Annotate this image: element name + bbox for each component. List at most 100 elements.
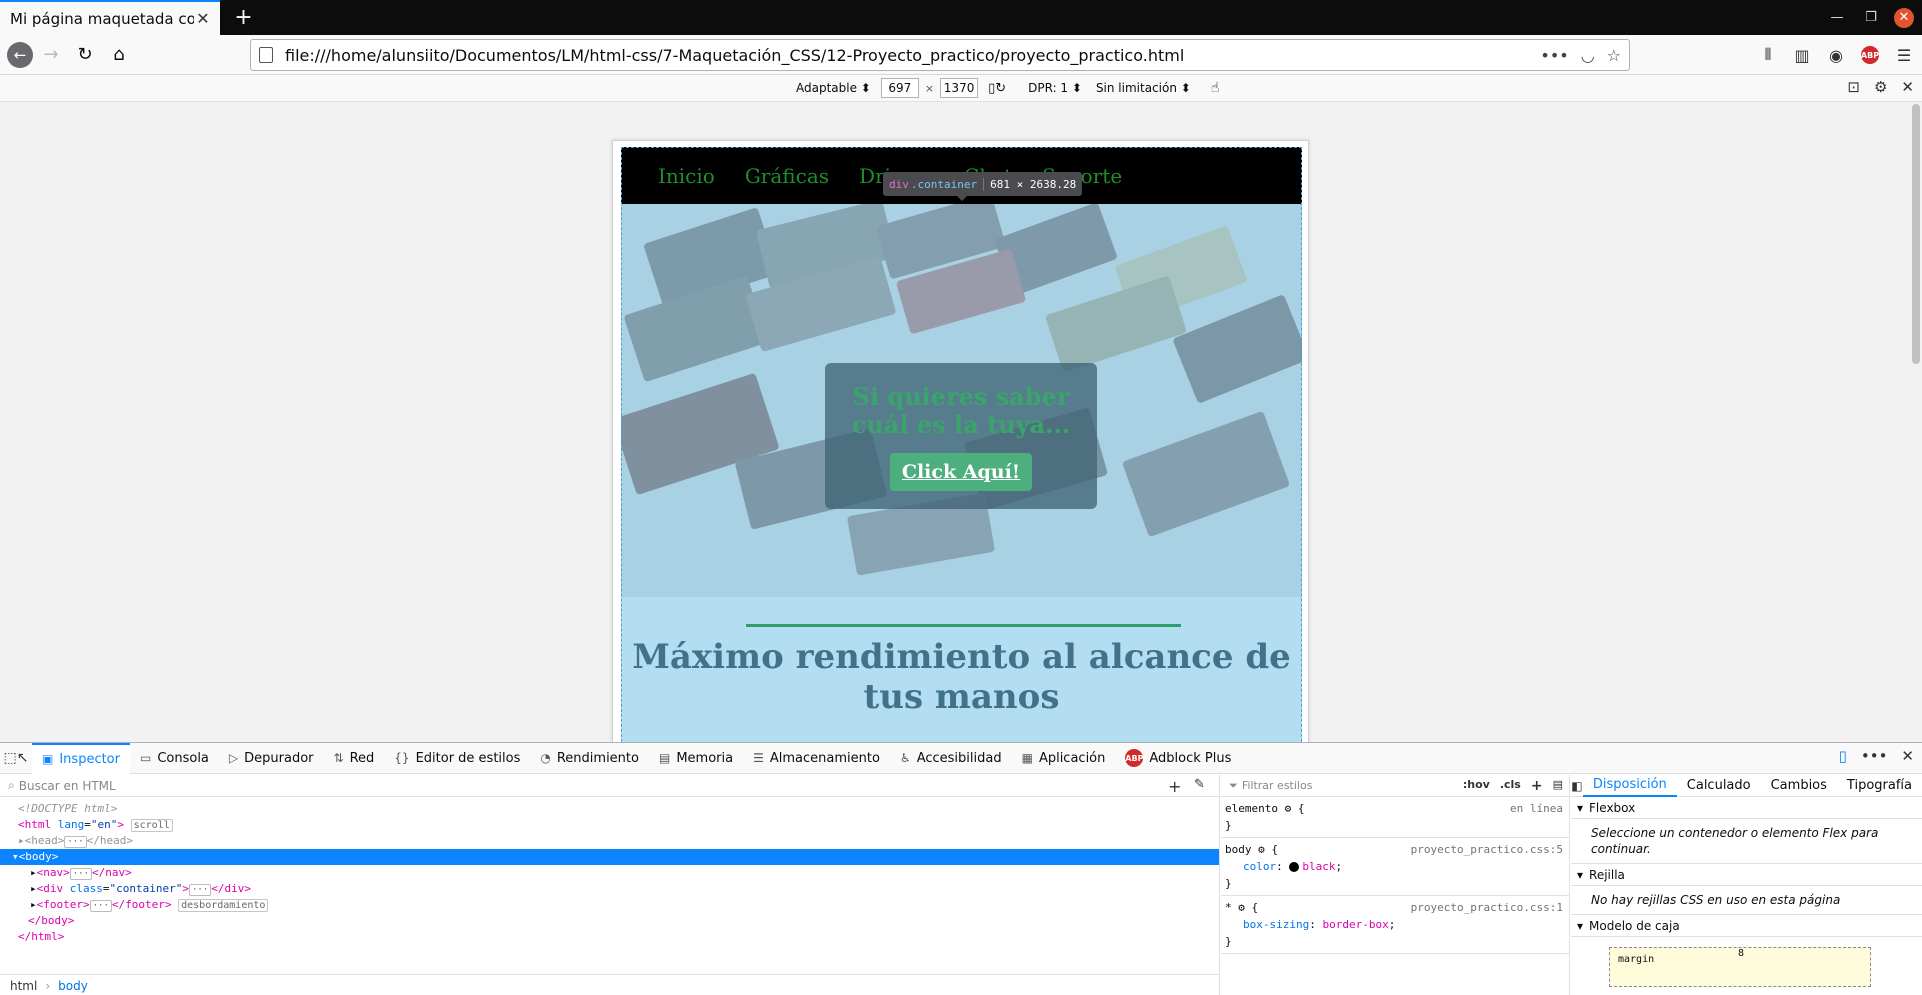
rule-body[interactable]: body ⚙ { proyecto_practico.css:5 color: … bbox=[1221, 838, 1569, 896]
margin-top-value[interactable]: 8 bbox=[1738, 948, 1744, 959]
rule-universal[interactable]: * ⚙ { proyecto_practico.css:1 box-sizing… bbox=[1221, 896, 1569, 954]
tree-node-doctype[interactable]: <!DOCTYPE html> bbox=[0, 801, 1219, 817]
new-tab-icon[interactable]: + bbox=[226, 0, 261, 35]
gear-icon[interactable]: ⚙ bbox=[1258, 843, 1265, 856]
tree-node-body-close[interactable]: </body> bbox=[0, 913, 1219, 929]
scroll-badge[interactable]: scroll bbox=[130, 819, 173, 832]
rule-property[interactable]: box-sizing: border-box; bbox=[1225, 916, 1565, 933]
close-icon[interactable]: ✕ bbox=[1901, 78, 1914, 96]
viewport-scrollbar[interactable] bbox=[1912, 104, 1920, 364]
rule-property[interactable]: color: black; bbox=[1225, 858, 1565, 875]
cta-button[interactable]: Click Aquí! bbox=[889, 453, 1033, 491]
menu-icon[interactable]: ☰ bbox=[1892, 39, 1916, 71]
tab-performance[interactable]: ◔ Rendimiento bbox=[530, 743, 649, 774]
tree-node-div-container[interactable]: ▸<div class="container"> ··· </div> bbox=[0, 881, 1219, 897]
add-rule-icon[interactable]: + bbox=[1531, 778, 1543, 794]
dock-icon[interactable]: ▯ bbox=[1839, 747, 1847, 765]
minimize-icon[interactable]: — bbox=[1820, 0, 1854, 35]
url-bar[interactable]: file:///home/alunsiito/Documentos/LM/htm… bbox=[250, 39, 1630, 71]
property-value[interactable]: black bbox=[1302, 860, 1335, 873]
touch-icon[interactable]: ☝ bbox=[1211, 80, 1220, 96]
tab-changes[interactable]: Cambios bbox=[1761, 775, 1837, 797]
rule-source[interactable]: proyecto_practico.css:1 bbox=[1411, 899, 1563, 916]
html-search[interactable]: ⌕ Buscar en HTML + ✎ bbox=[0, 775, 1219, 797]
hov-toggle[interactable]: :hov bbox=[1463, 778, 1490, 794]
collapsed-dots[interactable]: ··· bbox=[188, 884, 212, 896]
add-node-icon[interactable]: + bbox=[1168, 777, 1181, 796]
print-icon[interactable]: ▤ bbox=[1553, 778, 1563, 794]
sidebar-icon[interactable]: ▥ bbox=[1790, 39, 1814, 71]
options-icon[interactable]: ••• bbox=[1861, 747, 1888, 765]
tree-node-html[interactable]: <html lang="en"> scroll bbox=[0, 817, 1219, 833]
window-close-icon[interactable]: ✕ bbox=[1894, 7, 1914, 28]
site-nav-link[interactable]: Gráficas bbox=[745, 164, 829, 188]
rotate-icon[interactable]: ▯↻ bbox=[988, 81, 1006, 96]
collapsed-dots[interactable]: ··· bbox=[69, 868, 93, 880]
flexbox-header[interactable]: ▾ Flexbox bbox=[1571, 797, 1922, 819]
star-icon[interactable]: ☆ bbox=[1607, 46, 1621, 65]
site-nav-link[interactable]: Inicio bbox=[658, 164, 715, 188]
breadcrumb-item[interactable]: html bbox=[10, 979, 37, 993]
tab-application[interactable]: ▦ Aplicación bbox=[1012, 743, 1116, 774]
adblock-icon[interactable]: ABP bbox=[1858, 39, 1882, 71]
tree-node-nav[interactable]: ▸<nav> ··· </nav> bbox=[0, 865, 1219, 881]
tab-fonts[interactable]: Tipografía bbox=[1837, 775, 1922, 797]
screenshot-icon[interactable]: ⊡ bbox=[1847, 78, 1860, 96]
rule-source[interactable]: en línea bbox=[1510, 800, 1563, 817]
devtools-close-icon[interactable]: ✕ bbox=[1901, 747, 1914, 765]
tab-style-editor[interactable]: {} Editor de estilos bbox=[384, 743, 530, 774]
account-icon[interactable]: ◉ bbox=[1824, 39, 1848, 71]
tree-node-html-close[interactable]: </html> bbox=[0, 929, 1219, 945]
more-icon[interactable]: ••• bbox=[1540, 46, 1568, 65]
overflow-badge[interactable]: desbordamiento bbox=[178, 899, 269, 912]
forward-icon[interactable]: → bbox=[35, 39, 67, 71]
rule-element[interactable]: elemento ⚙ { en línea } bbox=[1221, 797, 1569, 838]
rules-filter-input[interactable]: Filtrar estilos bbox=[1242, 779, 1313, 792]
tab-memory[interactable]: ▤ Memoria bbox=[649, 743, 743, 774]
grid-header[interactable]: ▾ Rejilla bbox=[1571, 864, 1922, 886]
tab-computed[interactable]: Calculado bbox=[1677, 775, 1761, 797]
toggle-pane-icon[interactable]: ◧ bbox=[1571, 779, 1583, 793]
browser-tab[interactable]: Mi página maquetada con CSS ✕ bbox=[0, 0, 220, 35]
gear-icon[interactable]: ⚙ bbox=[1238, 901, 1245, 914]
tab-network[interactable]: ⇅ Red bbox=[324, 743, 385, 774]
property-name[interactable]: color bbox=[1243, 860, 1276, 873]
tab-adblock[interactable]: ABP Adblock Plus bbox=[1115, 743, 1241, 774]
pocket-icon[interactable]: ◡ bbox=[1581, 46, 1595, 65]
restore-icon[interactable]: ❐ bbox=[1854, 0, 1888, 35]
device-select[interactable]: Adaptable ⬍ bbox=[792, 79, 875, 97]
eyedropper-icon[interactable]: ✎ bbox=[1194, 777, 1205, 792]
home-icon[interactable]: ⌂ bbox=[103, 39, 135, 71]
throttle-select[interactable]: Sin limitación ⬍ bbox=[1092, 79, 1195, 97]
width-input[interactable]: 697 bbox=[880, 78, 919, 98]
tab-storage[interactable]: ☰ Almacenamiento bbox=[743, 743, 890, 774]
element-picker-icon[interactable]: ⬚↖ bbox=[0, 750, 32, 766]
rule-source[interactable]: proyecto_practico.css:5 bbox=[1411, 841, 1563, 858]
color-swatch[interactable] bbox=[1289, 862, 1300, 872]
reload-icon[interactable]: ↻ bbox=[69, 39, 101, 71]
tree-node-head[interactable]: ▸<head> ··· </head> bbox=[0, 833, 1219, 849]
cls-toggle[interactable]: .cls bbox=[1500, 778, 1521, 794]
library-icon[interactable]: ⫴ bbox=[1756, 39, 1780, 71]
tree-node-body[interactable]: ▾<body> bbox=[0, 849, 1219, 865]
back-icon[interactable]: ← bbox=[7, 41, 33, 68]
settings-icon[interactable]: ⚙ bbox=[1874, 78, 1887, 96]
tab-accessibility[interactable]: ♿ Accesibilidad bbox=[890, 743, 1012, 774]
dpr-select[interactable]: DPR: 1 ⬍ bbox=[1024, 79, 1086, 97]
boxmodel-header[interactable]: ▾ Modelo de caja bbox=[1571, 915, 1922, 937]
gear-icon[interactable]: ⚙ bbox=[1285, 802, 1292, 815]
url-text[interactable]: file:///home/alunsiito/Documentos/LM/htm… bbox=[285, 46, 1540, 65]
collapsed-dots[interactable]: ··· bbox=[64, 836, 87, 848]
tab-layout[interactable]: Disposición bbox=[1582, 775, 1677, 797]
collapsed-dots[interactable]: ··· bbox=[89, 900, 112, 912]
tab-console[interactable]: ▭ Consola bbox=[130, 743, 219, 774]
tab-close-icon[interactable]: ✕ bbox=[194, 9, 212, 28]
property-name[interactable]: box-sizing bbox=[1243, 918, 1309, 931]
breadcrumb-item[interactable]: body bbox=[58, 979, 88, 993]
rules-filter[interactable]: ⏷ Filtrar estilos :hov .cls + ▤ bbox=[1221, 775, 1569, 797]
tree-node-footer[interactable]: ▸<footer> ··· </footer> desbordamiento bbox=[0, 897, 1219, 913]
property-value[interactable]: border-box bbox=[1322, 918, 1388, 931]
html-search-input[interactable]: Buscar en HTML bbox=[19, 779, 116, 793]
tab-debugger[interactable]: ▷ Depurador bbox=[219, 743, 324, 774]
tab-inspector[interactable]: ▣ Inspector bbox=[32, 742, 130, 774]
